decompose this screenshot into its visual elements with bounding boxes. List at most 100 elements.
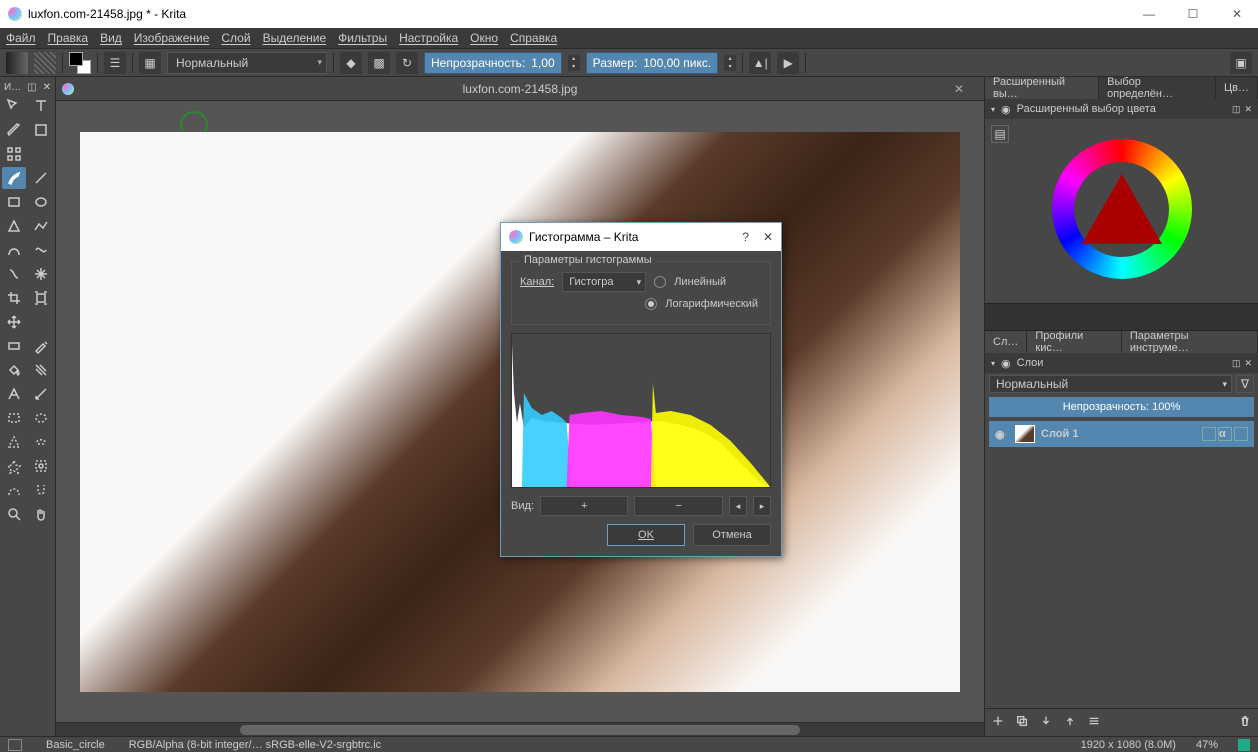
- minimize-button[interactable]: —: [1136, 7, 1162, 21]
- move-down-button[interactable]: [1039, 714, 1053, 731]
- tab-advanced-color[interactable]: Расширенный вы…: [985, 77, 1099, 99]
- layer-opacity-bar[interactable]: Непрозрачность: 100%: [989, 397, 1254, 417]
- layer-lock-icon[interactable]: [1234, 427, 1248, 441]
- zoom-value[interactable]: 47%: [1196, 739, 1218, 751]
- zoom-out-button[interactable]: −: [634, 496, 723, 516]
- maximize-button[interactable]: ☐: [1180, 7, 1206, 21]
- layer-row[interactable]: ◉ Слой 1 α: [989, 421, 1254, 447]
- layer-visibility-icon[interactable]: ◉: [995, 428, 1009, 441]
- move-up-button[interactable]: [1063, 714, 1077, 731]
- properties-button[interactable]: [1087, 714, 1101, 731]
- document-tab[interactable]: luxfon.com-21458.jpg ✕: [56, 77, 984, 101]
- transform-tool[interactable]: [29, 287, 53, 309]
- duplicate-layer-button[interactable]: [1015, 714, 1029, 731]
- dialog-help-button[interactable]: ?: [742, 230, 749, 244]
- dialog-titlebar[interactable]: Гистограмма – Krita ? ✕: [501, 223, 781, 251]
- multibrush-tool[interactable]: [29, 263, 53, 285]
- horizontal-scrollbar[interactable]: [56, 722, 984, 736]
- toolbox-close-icon[interactable]: ✕: [43, 82, 51, 93]
- collapse-icon[interactable]: ▾: [991, 105, 995, 114]
- ellipse-tool[interactable]: [29, 191, 53, 213]
- fill-tool[interactable]: [2, 359, 26, 381]
- ok-button[interactable]: OK: [607, 524, 685, 546]
- menu-help[interactable]: Справка: [510, 31, 557, 45]
- select-contiguous-tool[interactable]: [2, 455, 26, 477]
- select-free-tool[interactable]: [29, 431, 53, 453]
- assistant-tool[interactable]: [2, 383, 26, 405]
- layer-blend-mode-dropdown[interactable]: Нормальный: [989, 375, 1232, 393]
- blend-mode-dropdown[interactable]: Нормальный: [167, 52, 327, 74]
- gradient-preset-button[interactable]: [6, 52, 28, 74]
- channel-dropdown[interactable]: Гистогра: [562, 272, 646, 292]
- menu-file[interactable]: Файл: [6, 31, 36, 45]
- layer-prop-icon[interactable]: [1202, 427, 1216, 441]
- select-poly-tool[interactable]: [2, 431, 26, 453]
- menu-window[interactable]: Окно: [470, 31, 498, 45]
- polygon-tool[interactable]: [2, 215, 26, 237]
- menu-image[interactable]: Изображение: [134, 31, 210, 45]
- color-options-icon[interactable]: ▤: [991, 125, 1009, 143]
- selection-mode-icon[interactable]: [8, 739, 22, 751]
- select-magnetic-tool[interactable]: [29, 479, 53, 501]
- cancel-button[interactable]: Отмена: [693, 524, 771, 546]
- line-tool[interactable]: [29, 167, 53, 189]
- filter-icon[interactable]: ∇: [1236, 375, 1254, 393]
- pan-tool[interactable]: [29, 503, 53, 525]
- delete-layer-button[interactable]: [1238, 714, 1252, 731]
- edit-shape-tool[interactable]: [2, 119, 26, 141]
- zoom-tool[interactable]: [2, 503, 26, 525]
- alpha-lock-button[interactable]: ▩: [368, 52, 390, 74]
- menu-view[interactable]: Вид: [100, 31, 122, 45]
- detach-icon[interactable]: ◫: [1232, 104, 1241, 115]
- tab-specific-color[interactable]: Выбор определён…: [1099, 77, 1216, 99]
- tab-layers[interactable]: Сл…: [985, 331, 1027, 353]
- layer-alpha-icon[interactable]: α: [1218, 427, 1232, 441]
- color-picker-tool[interactable]: [29, 335, 53, 357]
- close-panel-icon[interactable]: ✕: [1244, 358, 1252, 369]
- calligraphy-tool[interactable]: [29, 119, 53, 141]
- brush-settings-button[interactable]: ☰: [104, 52, 126, 74]
- polyline-tool[interactable]: [29, 215, 53, 237]
- brush-tool[interactable]: [2, 167, 26, 189]
- crop-tool[interactable]: [2, 287, 26, 309]
- rectangle-tool[interactable]: [2, 191, 26, 213]
- menu-settings[interactable]: Настройка: [399, 31, 458, 45]
- freehand-path-tool[interactable]: [29, 239, 53, 261]
- mirror-h-button[interactable]: ▲|: [749, 52, 771, 74]
- text-tool[interactable]: [29, 95, 53, 117]
- pattern-fill-tool[interactable]: [29, 359, 53, 381]
- scroll-left-button[interactable]: ◂: [729, 496, 747, 516]
- color-history-strip[interactable]: [985, 303, 1258, 331]
- gradient-tool[interactable]: [2, 335, 26, 357]
- radio-logarithmic[interactable]: [645, 298, 657, 310]
- measure-tool[interactable]: [29, 383, 53, 405]
- toolbox-detach-icon[interactable]: ◫: [27, 82, 36, 93]
- bezier-tool[interactable]: [2, 239, 26, 261]
- add-layer-button[interactable]: [991, 714, 1005, 731]
- zoom-in-button[interactable]: +: [540, 496, 629, 516]
- menu-layer[interactable]: Слой: [221, 31, 250, 45]
- dialog-close-button[interactable]: ✕: [763, 230, 773, 244]
- move-layer-tool[interactable]: [2, 311, 26, 333]
- menu-edit[interactable]: Правка: [48, 31, 89, 45]
- scroll-right-button[interactable]: ▸: [753, 496, 771, 516]
- mirror-v-button[interactable]: ▶: [777, 52, 799, 74]
- preset-button[interactable]: ▦: [139, 52, 161, 74]
- fg-bg-swatch[interactable]: [69, 52, 91, 74]
- tab-tool-options[interactable]: Параметры инструме…: [1122, 331, 1258, 353]
- menu-select[interactable]: Выделение: [263, 31, 327, 45]
- opacity-field[interactable]: Непрозрачность: 1,00: [424, 52, 562, 74]
- color-wheel[interactable]: ▤: [985, 119, 1258, 299]
- pattern-tool[interactable]: [2, 143, 26, 165]
- tab-brush-presets[interactable]: Профили кис…: [1027, 331, 1122, 353]
- detach-icon[interactable]: ◫: [1232, 358, 1241, 369]
- size-spinner[interactable]: ▴▾: [724, 55, 736, 71]
- radio-linear[interactable]: [654, 276, 666, 288]
- close-panel-icon[interactable]: ✕: [1244, 104, 1252, 115]
- workspace-button[interactable]: ▣: [1230, 52, 1252, 74]
- menu-filters[interactable]: Фильтры: [338, 31, 387, 45]
- select-ellipse-tool[interactable]: [29, 407, 53, 429]
- select-rect-tool[interactable]: [2, 407, 26, 429]
- collapse-icon[interactable]: ▾: [991, 359, 995, 368]
- move-tool[interactable]: [2, 95, 26, 117]
